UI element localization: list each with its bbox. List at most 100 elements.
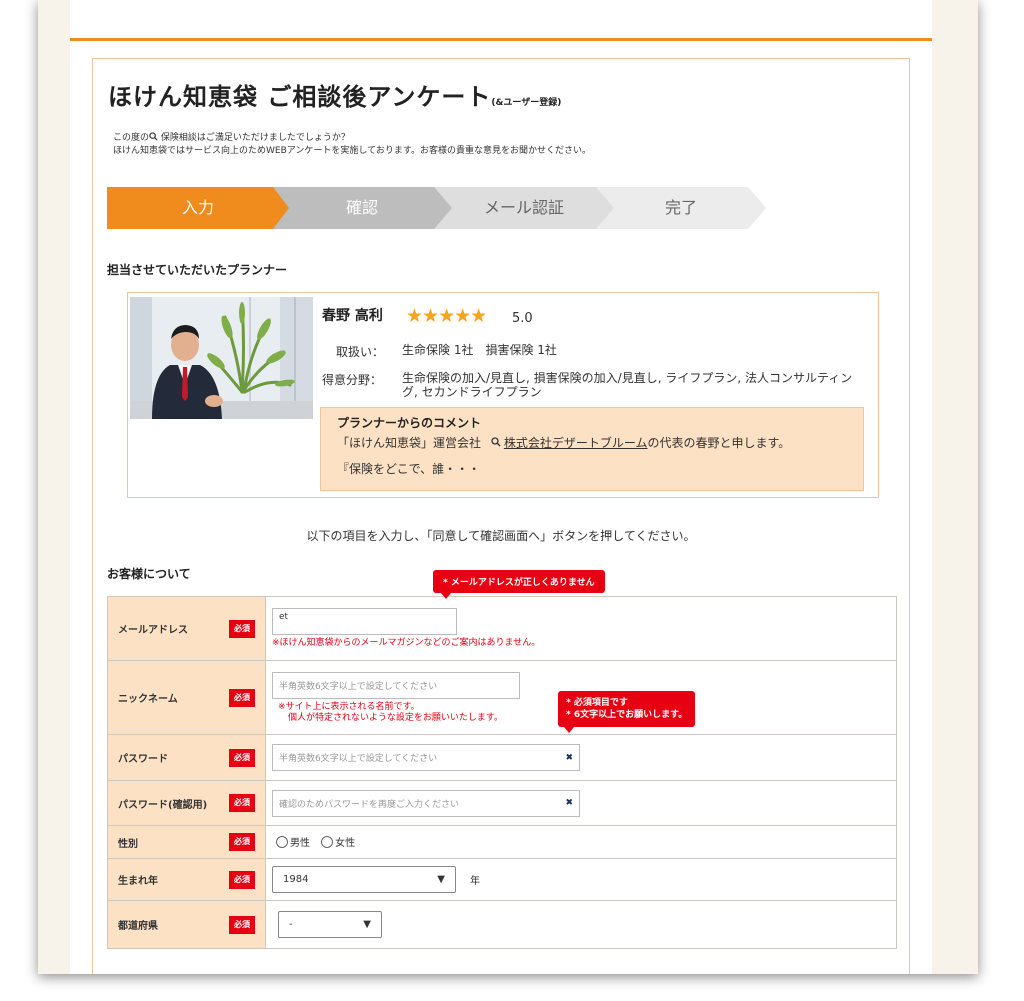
planner-box: 春野 高利 ★★★★★ 5.0 取扱い： 生命保険 1社 損害保険 1社 得意分…	[127, 292, 879, 498]
handling-label: 取扱い：	[336, 345, 385, 359]
planner-photo-illustration	[130, 297, 313, 419]
planner-name: 春野 高利	[322, 308, 383, 324]
page-title: ほけん知恵袋 ご相談後アンケート(&ユーザー登録)	[108, 83, 562, 111]
email-input[interactable]: et	[272, 608, 457, 635]
page-frame: ほけん知恵袋 ご相談後アンケート(&ユーザー登録) この度の 保険相談はご満足い…	[38, 0, 978, 974]
gender-value-cell: 男性 女性	[265, 825, 897, 859]
birth-year-value-cell: 1984 ▼ 年	[265, 858, 897, 901]
step-confirm: 確認	[272, 187, 452, 229]
prefecture-value-cell: - ▼	[265, 900, 897, 949]
planner-rating: 5.0	[512, 311, 533, 326]
password-toggle-icon[interactable]: ✖	[565, 753, 573, 763]
password-confirm-value-cell: 確認のためパスワードを再度ご入力ください ✖	[265, 780, 897, 826]
birth-year-unit: 年	[470, 876, 480, 887]
search-icon	[149, 132, 158, 141]
rating-stars-icon: ★★★★★	[406, 305, 487, 327]
form-row-birth-year: 生まれ年 必須 1984 ▼ 年	[107, 858, 897, 901]
required-badge: 必須	[229, 748, 255, 767]
password-toggle-icon[interactable]: ✖	[565, 798, 573, 808]
header-accent-line	[70, 38, 932, 41]
email-label: メールアドレス	[118, 625, 188, 636]
prefecture-label-cell: 都道府県 必須	[107, 900, 266, 949]
birth-year-label: 生まれ年	[118, 876, 158, 887]
nickname-label: ニックネーム	[118, 694, 178, 705]
required-badge: 必須	[229, 870, 255, 889]
email-input-value: et	[279, 612, 289, 622]
handling-value: 生命保険 1社 損害保険 1社	[402, 343, 557, 357]
progress-steps: 入力 確認 メール認証 完了	[107, 187, 807, 229]
intro-text: この度の 保険相談はご満足いただけましたでしょうか？ ほけん知恵袋ではサービス向…	[113, 132, 591, 158]
planner-comment-box: プランナーからのコメント 「ほけん知恵袋」運営会社 株式会社デザートブルームの代…	[320, 407, 864, 491]
prefecture-select[interactable]: - ▼	[278, 911, 382, 938]
email-note: ※ほけん知恵袋からのメールマガジンなどのご案内はありません。	[272, 638, 541, 648]
password-label-cell: パスワード 必須	[107, 734, 266, 781]
specialty-value: 生命保険の加入/見直し, 損害保険の加入/見直し, ライフプラン, 法人コンサル…	[402, 371, 853, 399]
required-badge: 必須	[229, 688, 255, 707]
required-badge: 必須	[229, 833, 255, 851]
intro-line1-post: 保険相談はご満足いただけましたでしょうか？	[160, 133, 350, 143]
email-label-cell: メールアドレス 必須	[107, 596, 266, 661]
email-error-tooltip: * メールアドレスが正しくありません	[433, 570, 605, 599]
password-confirm-label-cell: パスワード(確認用) 必須	[107, 780, 266, 826]
form-row-gender: 性別 必須 男性 女性	[107, 825, 897, 859]
form-row-nickname: ニックネーム 必須 半角英数6文字以上で設定してください ※サイト上に表示される…	[107, 660, 897, 735]
right-margin	[932, 0, 978, 974]
planner-section-title: 担当させていただいたプランナー	[107, 263, 288, 277]
step-input: 入力	[107, 187, 289, 229]
planner-photo	[130, 297, 313, 419]
comment-line1: 「ほけん知恵袋」運営会社 株式会社デザートブルームの代表の春野と申します。	[337, 434, 790, 451]
search-icon	[491, 437, 501, 447]
form-row-email: メールアドレス 必須 et ※ほけん知恵袋からのメールマガジンなどのご案内はあり…	[107, 596, 897, 661]
intro-line1-pre: この度の	[113, 133, 150, 143]
comment-post: の代表の春野と申します。	[647, 436, 791, 450]
password-confirm-input[interactable]: 確認のためパスワードを再度ご入力ください ✖	[272, 789, 580, 817]
birth-year-select[interactable]: 1984 ▼	[272, 866, 456, 893]
step-complete: 完了	[596, 187, 766, 229]
prefecture-value: -	[289, 919, 293, 930]
form-row-password-confirm: パスワード(確認用) 必須 確認のためパスワードを再度ご入力ください ✖	[107, 780, 897, 826]
password-value-cell: 半角英数6文字以上で設定してください ✖	[265, 734, 897, 781]
customer-section-title: お客様について	[107, 567, 191, 581]
password-placeholder: 半角英数6文字以上で設定してください	[279, 754, 438, 764]
chevron-down-icon: ▼	[437, 874, 445, 885]
intro-line2: ほけん知恵袋ではサービス向上のためWEBアンケートを実施しております。お客様の貴…	[113, 146, 591, 156]
password-confirm-label: パスワード(確認用)	[118, 799, 208, 811]
chevron-down-icon: ▼	[363, 919, 371, 930]
password-input[interactable]: 半角英数6文字以上で設定してください ✖	[272, 744, 580, 771]
password-error-line1: * 必須項目です	[566, 698, 628, 708]
instruction-text: 以下の項目を入力し、「同意して確認画面へ」ボタンを押してください。	[306, 529, 696, 543]
survey-card: ほけん知恵袋 ご相談後アンケート(&ユーザー登録) この度の 保険相談はご満足い…	[92, 58, 910, 974]
nickname-input[interactable]: 半角英数6文字以上で設定してください	[272, 671, 520, 699]
left-margin	[38, 0, 70, 974]
gender-female-label: 女性	[335, 838, 356, 849]
password-label: パスワード	[118, 754, 168, 765]
email-value-cell: et ※ほけん知恵袋からのメールマガジンなどのご案内はありません。	[265, 596, 897, 661]
birth-year-value: 1984	[283, 874, 309, 885]
required-badge: 必須	[229, 619, 255, 638]
nickname-label-cell: ニックネーム 必須	[107, 660, 266, 735]
radio-circle-icon	[321, 835, 334, 848]
required-badge: 必須	[229, 794, 255, 812]
step-mail-verify: メール認証	[434, 187, 614, 229]
gender-label-cell: 性別 必須	[107, 825, 266, 859]
gender-male-radio[interactable]: 男性	[276, 834, 310, 849]
comment-title: プランナーからのコメント	[337, 416, 482, 430]
form-row-prefecture: 都道府県 必須 - ▼	[107, 900, 897, 949]
gender-label: 性別	[118, 838, 138, 850]
comment-line2: 『保険をどこで、誰・・・	[337, 462, 481, 476]
nickname-placeholder: 半角英数6文字以上で設定してください	[279, 681, 438, 692]
specialty-label: 得意分野：	[322, 373, 383, 387]
prefecture-label: 都道府県	[118, 921, 158, 932]
company-link[interactable]: 株式会社デザートブルーム	[504, 436, 648, 450]
comment-pre: 「ほけん知恵袋」運営会社	[337, 436, 482, 450]
birth-year-label-cell: 生まれ年 必須	[107, 858, 266, 901]
gender-female-radio[interactable]: 女性	[321, 834, 355, 849]
gender-male-label: 男性	[290, 838, 310, 849]
required-badge: 必須	[229, 915, 255, 934]
password-confirm-placeholder: 確認のためパスワードを再度ご入力ください	[279, 799, 460, 810]
password-error-tooltip: * 必須項目です * 6文字以上でお願いします。	[558, 691, 696, 733]
radio-circle-icon	[276, 835, 288, 848]
form-row-password: パスワード 必須 半角英数6文字以上で設定してください ✖	[107, 734, 897, 781]
page-title-sub: (&ユーザー登録)	[491, 98, 562, 108]
customer-form: メールアドレス 必須 et ※ほけん知恵袋からのメールマガジンなどのご案内はあり…	[107, 596, 897, 949]
